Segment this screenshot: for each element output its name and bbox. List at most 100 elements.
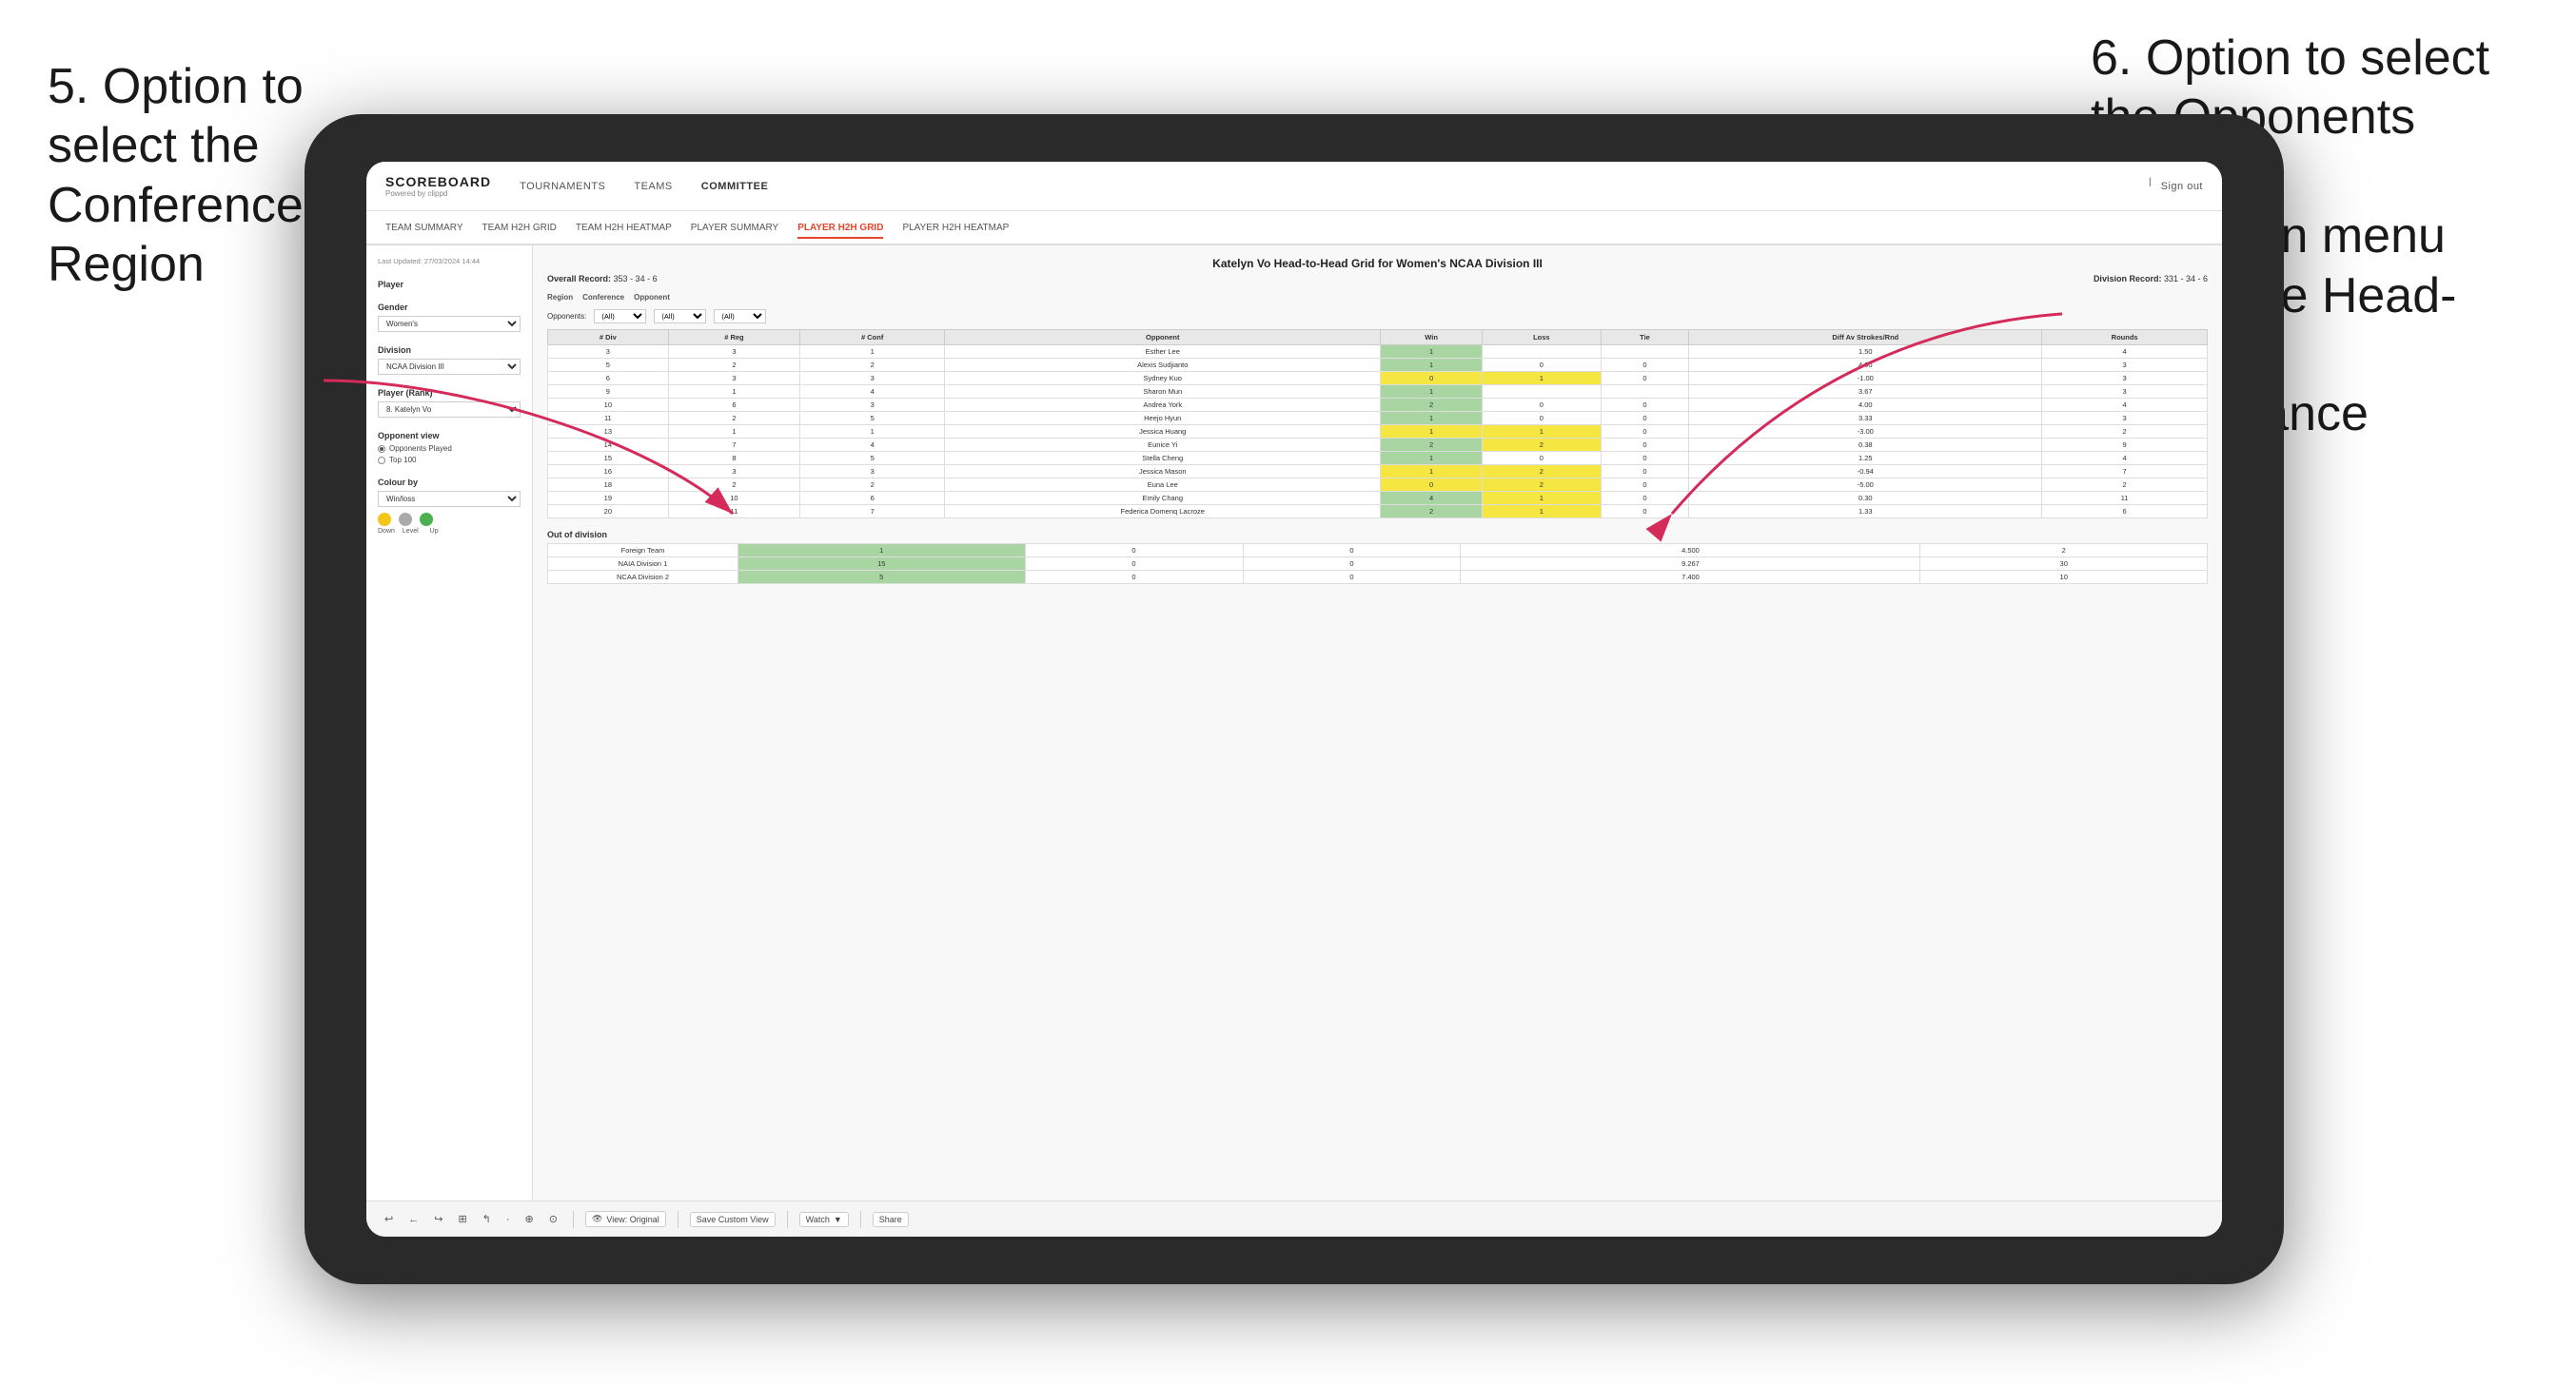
table-row: 1	[1381, 359, 1483, 372]
toolbar-target[interactable]: ⊙	[545, 1211, 561, 1227]
gender-select[interactable]: Women's	[378, 316, 521, 332]
toolbar-back[interactable]: ←	[404, 1212, 423, 1227]
toolbar-reset[interactable]: ↰	[479, 1211, 495, 1227]
table-row: 2	[1381, 505, 1483, 518]
table-row: Eunice Yi	[945, 439, 1381, 452]
subnav-team-h2h-grid[interactable]: TEAM H2H GRID	[482, 219, 557, 237]
table-row: 4	[800, 385, 945, 399]
logo-area: SCOREBOARD Powered by clippd	[385, 174, 491, 198]
table-row: Heejo Hyun	[945, 412, 1381, 425]
pipe-separator: |	[2149, 177, 2152, 196]
table-row	[1482, 385, 1601, 399]
logo-sub: Powered by clippd	[385, 189, 491, 198]
out-div-row: 10	[1920, 571, 2208, 584]
subnav-team-h2h-heatmap[interactable]: TEAM H2H HEATMAP	[576, 219, 672, 237]
last-updated: Last Updated: 27/03/2024 14:44	[378, 257, 521, 265]
th-conf: # Conf	[800, 330, 945, 345]
table-row: 2	[1482, 465, 1601, 478]
out-div-row: 0	[1243, 557, 1461, 571]
arrow-left	[266, 361, 742, 552]
table-row: 0	[1381, 372, 1483, 385]
view-original-btn[interactable]: 👁 View: Original	[585, 1211, 666, 1227]
subnav-player-h2h-heatmap[interactable]: PLAYER H2H HEATMAP	[902, 219, 1009, 237]
division-label: Division	[378, 345, 521, 355]
table-row: 3	[668, 345, 799, 359]
out-div-row: 4.500	[1461, 544, 1920, 557]
out-div-row: 0	[1025, 557, 1243, 571]
table-row: 4	[1381, 492, 1483, 505]
opponent-filter-label: Opponent	[634, 293, 670, 302]
nav-teams[interactable]: TEAMS	[634, 177, 672, 196]
table-row: Federica Domenq Lacroze	[945, 505, 1381, 518]
nav-right: | Sign out	[2149, 177, 2203, 196]
conference-select[interactable]: (All)	[654, 309, 706, 323]
table-row: 1	[1381, 345, 1483, 359]
table-row: Alexis Sudjianto	[945, 359, 1381, 372]
table-row: 7	[800, 505, 945, 518]
toolbar-grid[interactable]: ⊞	[454, 1211, 470, 1227]
opponent-select[interactable]: (All)	[714, 309, 766, 323]
subnav-player-summary[interactable]: PLAYER SUMMARY	[691, 219, 778, 237]
table-row: 1	[1482, 372, 1601, 385]
table-row: 2	[1381, 439, 1483, 452]
player-section: Player	[378, 280, 521, 289]
toolbar-undo[interactable]: ↩	[381, 1211, 397, 1227]
th-opponent: Opponent	[945, 330, 1381, 345]
table-row: 1	[1381, 385, 1483, 399]
region-select[interactable]: (All)	[594, 309, 646, 323]
table-row: 3	[800, 372, 945, 385]
opponents-label: Opponents:	[547, 312, 586, 321]
nav-items: TOURNAMENTS TEAMS COMMITTEE	[520, 177, 2149, 196]
table-row: Esther Lee	[945, 345, 1381, 359]
table-row: 1	[1482, 492, 1601, 505]
table-row: 1	[1482, 505, 1601, 518]
nav-committee[interactable]: COMMITTEE	[701, 177, 769, 196]
sign-out-link[interactable]: Sign out	[2161, 177, 2203, 196]
toolbar-sep3	[787, 1211, 788, 1228]
table-row: 0	[1482, 412, 1601, 425]
conference-filter-group: Conference	[582, 293, 624, 302]
subnav-team-summary[interactable]: TEAM SUMMARY	[385, 219, 463, 237]
overall-record: Overall Record: 353 - 34 - 6	[547, 274, 658, 283]
gender-section: Gender Women's	[378, 303, 521, 332]
th-loss: Loss	[1482, 330, 1601, 345]
region-filter-label: Region	[547, 293, 573, 302]
table-row: 0	[1482, 359, 1601, 372]
table-row: Andrea York	[945, 399, 1381, 412]
out-div-row: 15	[738, 557, 1026, 571]
table-row: 1	[1381, 452, 1483, 465]
table-row: 1	[1381, 425, 1483, 439]
table-row: 3	[800, 465, 945, 478]
out-division-table: Foreign Team 1 0 0 4.500 2 NAIA Division…	[547, 543, 2208, 584]
nav-tournaments[interactable]: TOURNAMENTS	[520, 177, 605, 196]
out-div-row: 30	[1920, 557, 2208, 571]
logo-text: SCOREBOARD	[385, 174, 491, 189]
table-row: 6	[800, 492, 945, 505]
table-row: Sharon Mun	[945, 385, 1381, 399]
toolbar-redo[interactable]: ↪	[430, 1211, 446, 1227]
table-row: 5	[800, 452, 945, 465]
out-div-row: 0	[1243, 571, 1461, 584]
save-custom-btn[interactable]: Save Custom View	[690, 1212, 776, 1227]
tablet: SCOREBOARD Powered by clippd TOURNAMENTS…	[305, 114, 2284, 1284]
out-div-row: 0	[1025, 544, 1243, 557]
division-record: Division Record: 331 - 34 - 6	[2094, 274, 2208, 283]
subnav-player-h2h-grid[interactable]: PLAYER H2H GRID	[797, 219, 883, 239]
table-row	[1482, 345, 1601, 359]
table-row: 0	[1482, 399, 1601, 412]
share-btn[interactable]: Share	[873, 1212, 909, 1227]
th-reg: # Reg	[668, 330, 799, 345]
table-row: 1	[1482, 425, 1601, 439]
table-row: 1	[1381, 412, 1483, 425]
table-row: 2	[1482, 478, 1601, 492]
toolbar-add[interactable]: ⊕	[521, 1211, 538, 1227]
watch-btn[interactable]: Watch ▼	[799, 1212, 849, 1227]
out-div-row: 1	[738, 544, 1026, 557]
toolbar-dot[interactable]: ·	[502, 1212, 514, 1227]
table-row: Jessica Mason	[945, 465, 1381, 478]
view-icon: 👁	[592, 1214, 602, 1224]
th-div: # Div	[548, 330, 669, 345]
table-row: 2	[800, 478, 945, 492]
out-div-row: 0	[1243, 544, 1461, 557]
table-row: 1	[1381, 465, 1483, 478]
